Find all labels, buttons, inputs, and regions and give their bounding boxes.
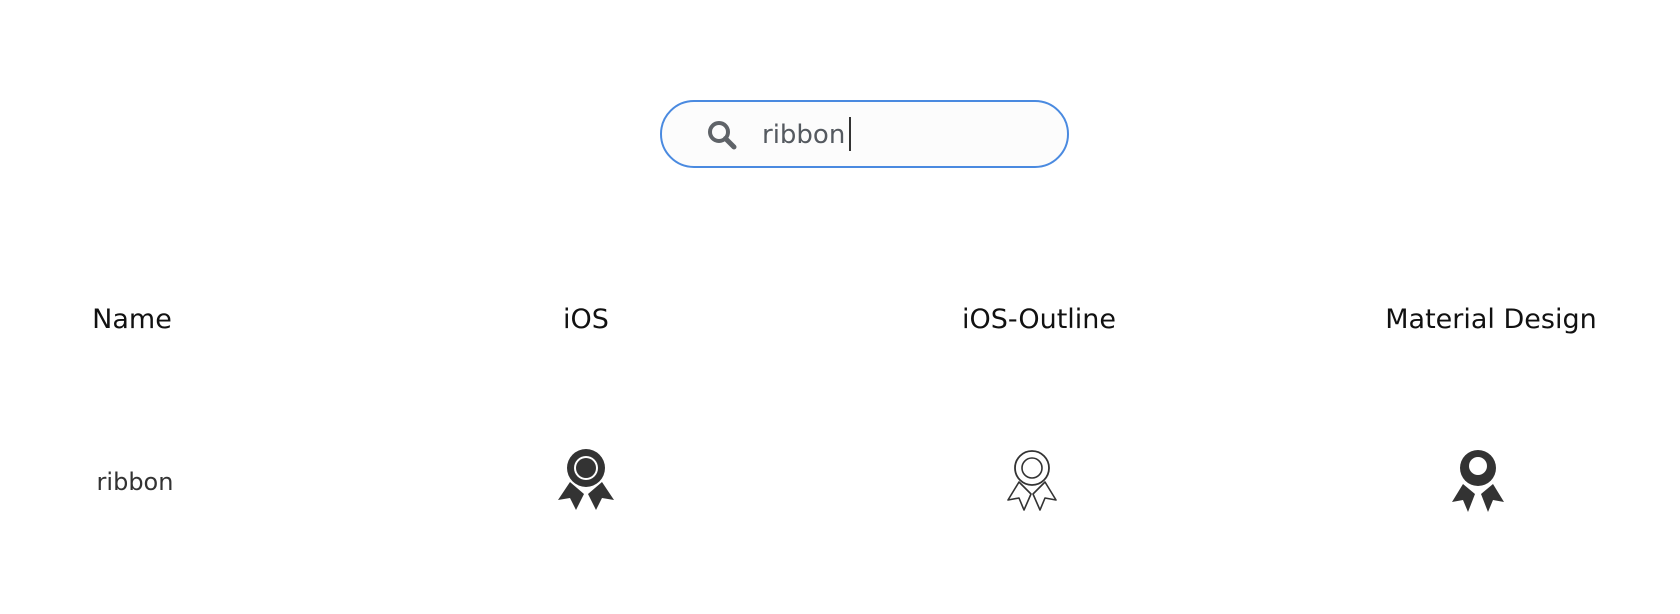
- column-header-name: Name: [92, 304, 172, 335]
- search-bar[interactable]: [660, 100, 1069, 168]
- ribbon-filled-icon[interactable]: [556, 444, 616, 514]
- search-icon: [708, 121, 737, 150]
- text-caret: [849, 117, 851, 151]
- icon-search-page: Name iOS iOS-Outline Material Design rib…: [0, 0, 1680, 614]
- column-header-ios: iOS: [563, 304, 609, 335]
- icon-name-cell: ribbon: [96, 468, 174, 496]
- search-input[interactable]: [762, 116, 1052, 154]
- column-header-material-design: Material Design: [1385, 304, 1597, 335]
- column-header-ios-outline: iOS-Outline: [961, 304, 1117, 335]
- ribbon-outline-icon[interactable]: [1002, 444, 1062, 514]
- ribbon-material-icon[interactable]: [1448, 444, 1508, 514]
